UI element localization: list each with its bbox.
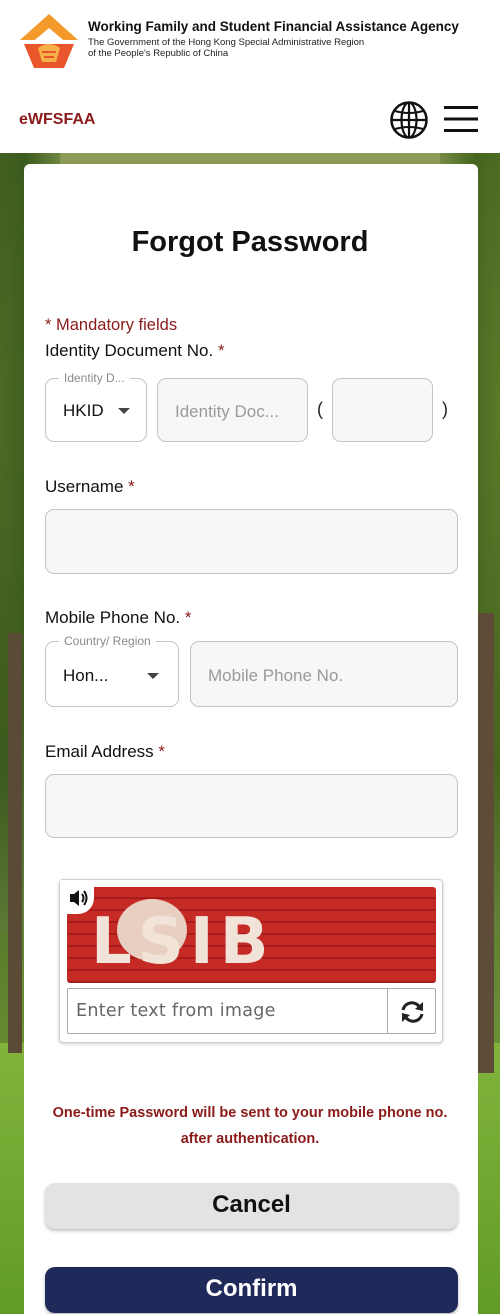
globe-icon[interactable] [389, 100, 429, 140]
username-label: Username * [45, 477, 135, 497]
email-label-text: Email Address [45, 742, 154, 761]
id-doc-check-digit-input[interactable] [332, 378, 433, 442]
id-doc-label: Identity Document No. * [45, 341, 225, 361]
page-title: Forgot Password [131, 226, 369, 258]
required-mark: * [128, 477, 135, 496]
government-line-2: of the People's Republic of China [88, 48, 229, 59]
mobile-number-input[interactable]: Mobile Phone No. [190, 641, 458, 707]
mandatory-note: * Mandatory fields [45, 316, 178, 334]
country-region-select[interactable]: Country/ Region Hon... [45, 634, 179, 707]
username-input[interactable] [45, 509, 458, 574]
id-doc-label-text: Identity Document No. [45, 341, 214, 360]
country-region-float-label: Country/ Region [59, 634, 156, 648]
app-name[interactable]: eWFSFAA [19, 111, 95, 129]
id-doc-number-input[interactable]: Identity Doc... [157, 378, 308, 442]
email-label: Email Address * [45, 742, 165, 762]
id-doc-type-value: HKID [63, 401, 104, 420]
id-doc-type-select[interactable]: Identity D... HKID [45, 371, 147, 442]
agency-logo [20, 14, 78, 68]
hamburger-menu-icon[interactable] [444, 104, 478, 134]
government-line-1: The Government of the Hong Kong Special … [88, 37, 365, 48]
mobile-label-text: Mobile Phone No. [45, 608, 181, 627]
mobile-number-placeholder: Mobile Phone No. [208, 666, 344, 685]
email-input[interactable] [45, 774, 458, 838]
site-header: Working Family and Student Financial Ass… [0, 0, 500, 153]
background-trunk-right [478, 613, 494, 1073]
id-doc-type-float-label: Identity D... [59, 371, 130, 385]
required-mark: * [217, 341, 225, 360]
captcha-input[interactable]: Enter text from image [67, 988, 388, 1034]
paren-close: ) [442, 399, 448, 419]
chevron-down-icon [118, 408, 130, 414]
chevron-down-icon [147, 673, 159, 679]
mobile-label: Mobile Phone No. * [45, 608, 192, 628]
id-doc-number-placeholder: Identity Doc... [175, 402, 279, 421]
confirm-button[interactable]: Confirm [45, 1267, 458, 1313]
required-mark: * [158, 742, 166, 761]
cancel-button[interactable]: Cancel [45, 1183, 458, 1229]
captcha-image: LSIB [67, 887, 436, 983]
refresh-icon [401, 1001, 424, 1023]
speaker-icon [70, 890, 88, 906]
username-label-text: Username [45, 477, 124, 496]
captcha-widget: LSIB Enter text from image [59, 879, 443, 1043]
captcha-refresh-button[interactable] [387, 988, 436, 1034]
agency-name: Working Family and Student Financial Ass… [88, 19, 459, 34]
required-mark: * [184, 608, 192, 627]
otp-note: One-time Password will be sent to your m… [52, 1105, 448, 1147]
background-trunk-left [8, 633, 22, 1053]
captcha-input-placeholder: Enter text from image [76, 1001, 276, 1021]
captcha-image-text: LSIB [91, 905, 275, 979]
paren-open: ( [317, 399, 323, 419]
country-region-value: Hon... [63, 666, 109, 685]
captcha-audio-button[interactable] [60, 880, 94, 914]
